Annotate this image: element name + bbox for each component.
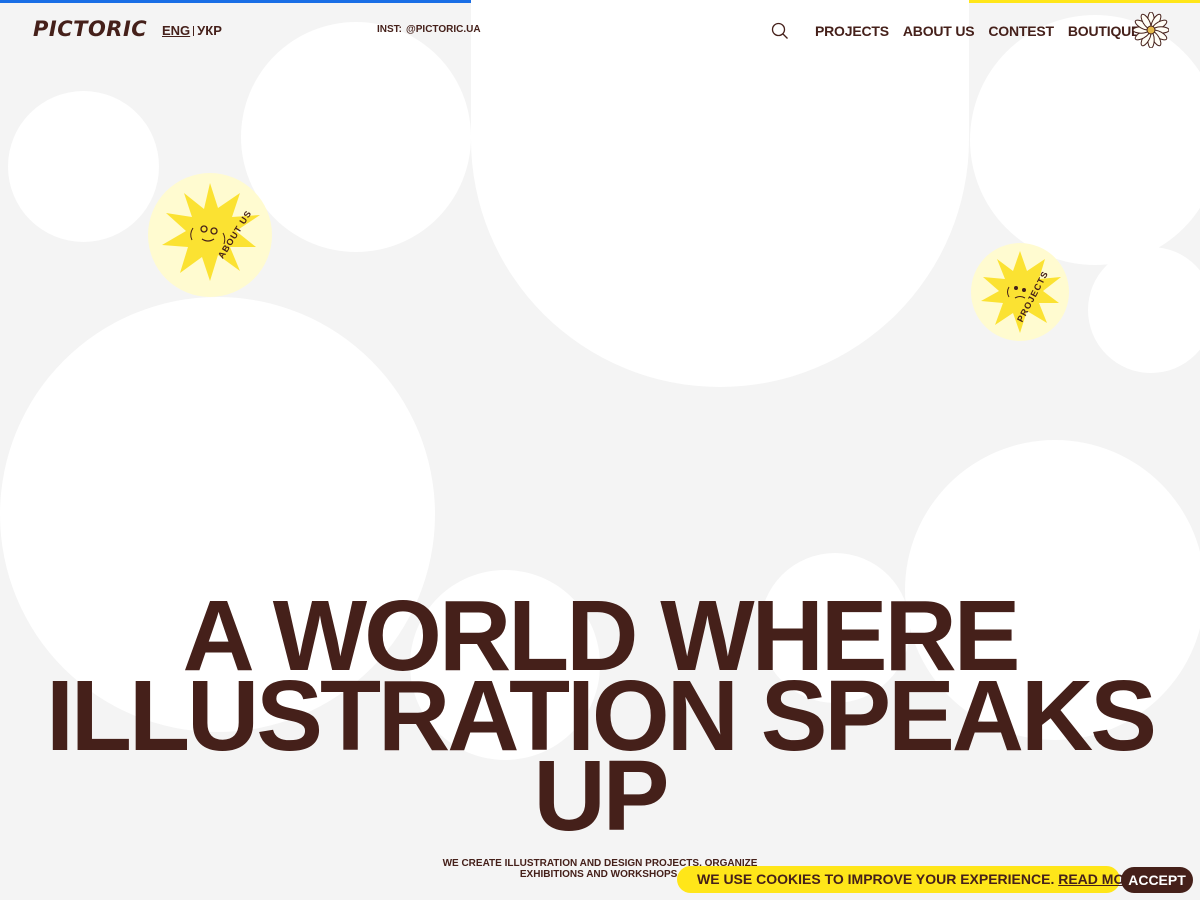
language-switcher: ENG УКР — [162, 23, 222, 38]
cookie-banner: WE USE COOKIES TO IMPROVE YOUR EXPERIENC… — [677, 866, 1144, 893]
projects-sticker[interactable]: PROJECTS — [971, 243, 1069, 341]
about-us-sticker[interactable]: ABOUT US — [148, 173, 272, 297]
sun-face-icon — [162, 183, 260, 281]
nav-item-contest[interactable]: CONTEST — [988, 23, 1054, 39]
nav-item-about-us[interactable]: ABOUT US — [903, 23, 975, 39]
flower-icon[interactable] — [1133, 12, 1169, 48]
search-icon[interactable] — [771, 22, 789, 40]
cookie-accept-button[interactable]: ACCEPT — [1121, 867, 1193, 893]
nav-item-projects[interactable]: PROJECTS — [815, 23, 889, 39]
sun-face-icon — [981, 251, 1061, 333]
lang-divider — [193, 26, 195, 36]
instagram-link: INST: @PICTORIC.UA — [377, 24, 481, 35]
nav-item-boutique[interactable]: BOUTIQUE — [1068, 23, 1140, 39]
site-header: PICTORIC ENG УКР INST: @PICTORIC.UA PROJEC… — [0, 0, 1200, 60]
main-nav: PROJECTS ABOUT US CONTEST BOUTIQUE — [815, 23, 1140, 39]
hero-headline: A WORLD WHERE ILLUSTRATION SPEAKS UP — [0, 586, 1200, 846]
logo[interactable]: PICTORIC — [33, 17, 147, 41]
lang-option-ukr[interactable]: УКР — [197, 23, 222, 38]
bubble — [8, 91, 159, 242]
bubble — [1088, 247, 1200, 373]
instagram-label: INST: — [377, 24, 402, 35]
lang-option-eng[interactable]: ENG — [162, 23, 190, 38]
cookie-text: WE USE COOKIES TO IMPROVE YOUR EXPERIENC… — [697, 871, 1055, 887]
instagram-handle[interactable]: @PICTORIC.UA — [406, 24, 481, 35]
